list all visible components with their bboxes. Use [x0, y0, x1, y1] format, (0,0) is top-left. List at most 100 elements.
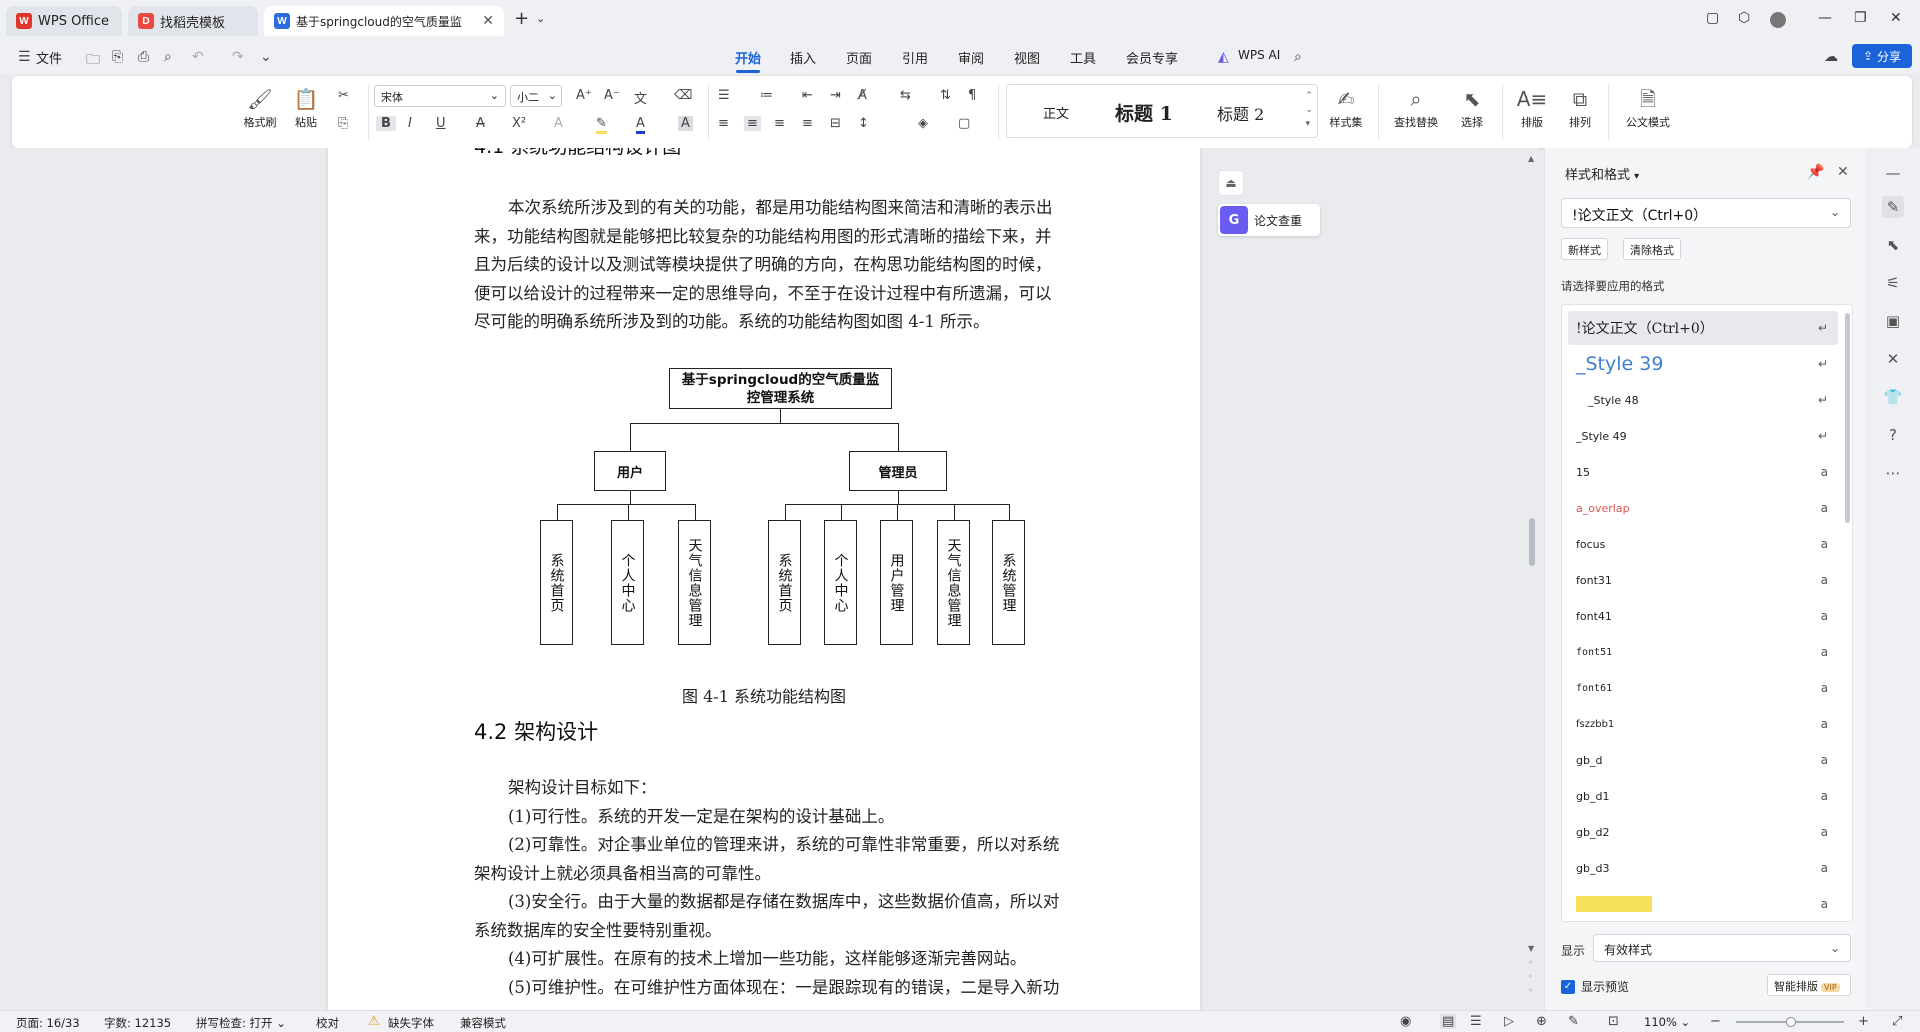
- scroll-down-icon[interactable]: ▼ ◦ ◦ ◦: [1528, 942, 1534, 998]
- gallery-style-heading2[interactable]: 标题 2: [1217, 101, 1264, 125]
- share-button[interactable]: ⇪ 分享: [1852, 44, 1912, 68]
- save-icon[interactable]: ⎘: [112, 49, 123, 65]
- zoom-in-icon[interactable]: +: [1858, 1014, 1869, 1029]
- clear-format-button[interactable]: 清除格式: [1623, 238, 1681, 260]
- align-left-icon[interactable]: ≡: [718, 116, 729, 131]
- menu-home[interactable]: 开始: [735, 48, 761, 67]
- page-view-icon[interactable]: ▤: [1440, 1014, 1457, 1029]
- highlight-icon[interactable]: ✎: [596, 116, 607, 134]
- web-view-icon[interactable]: ⊕: [1536, 1014, 1547, 1029]
- tab-wps-office[interactable]: W WPS Office: [6, 6, 122, 36]
- menu-page[interactable]: 页面: [846, 48, 872, 67]
- style-list-item[interactable]: 15 a: [1568, 455, 1838, 489]
- hamburger-icon[interactable]: ☰: [18, 49, 31, 65]
- arrange-button[interactable]: ⧉ 排列: [1556, 84, 1604, 130]
- minimize-panel-icon[interactable]: —: [1882, 162, 1904, 184]
- bold-icon[interactable]: B: [376, 116, 396, 131]
- close-icon[interactable]: ✕: [482, 13, 494, 29]
- chevron-down-icon[interactable]: ⌄: [536, 12, 545, 25]
- plagiarism-check-button[interactable]: G 论文查重: [1218, 204, 1320, 236]
- window-tile-icon[interactable]: ▢: [1706, 10, 1719, 26]
- menu-insert[interactable]: 插入: [790, 48, 816, 67]
- select-cursor-icon[interactable]: ⬉: [1882, 234, 1904, 256]
- outline-view-icon[interactable]: ☰: [1470, 1014, 1482, 1029]
- decrease-indent-icon[interactable]: ⇤: [802, 88, 813, 103]
- style-list-item[interactable]: font51 a: [1568, 635, 1838, 669]
- style-pen-icon[interactable]: ✎: [1882, 196, 1904, 218]
- superscript-icon[interactable]: X²: [512, 116, 526, 131]
- style-list-item[interactable]: !论文正文（Ctrl+0） ↵: [1568, 311, 1838, 345]
- align-right-icon[interactable]: ≡: [774, 116, 785, 131]
- style-list-item[interactable]: font61 a: [1568, 671, 1838, 705]
- show-preview-checkbox[interactable]: ✓ 显示预览: [1561, 978, 1629, 995]
- font-size-select[interactable]: 小二 ⌄: [510, 85, 562, 107]
- select-button[interactable]: ⬉ 选择: [1448, 84, 1496, 130]
- missing-font-button[interactable]: 缺失字体: [388, 1015, 434, 1031]
- menu-view[interactable]: 视图: [1014, 48, 1040, 67]
- minimize-icon[interactable]: —: [1818, 10, 1832, 26]
- style-list-scrollbar[interactable]: [1845, 313, 1850, 523]
- menu-wps-ai[interactable]: WPS AI: [1238, 48, 1280, 62]
- distribute-icon[interactable]: ⊟: [830, 116, 841, 131]
- pen-icon[interactable]: ✎: [1568, 1014, 1579, 1029]
- print-preview-icon[interactable]: ⌕: [164, 49, 172, 65]
- image-edit-icon[interactable]: ▣: [1882, 310, 1904, 332]
- adjust-icon[interactable]: ⚟: [1882, 272, 1904, 294]
- show-marks-icon[interactable]: ¶: [968, 88, 976, 103]
- new-style-button[interactable]: 新样式: [1561, 238, 1608, 260]
- avatar[interactable]: [1770, 12, 1786, 28]
- current-style-select[interactable]: !论文正文（Ctrl+0） ⌄: [1561, 198, 1851, 228]
- menu-file[interactable]: 文件: [36, 48, 62, 67]
- line-spacing-icon[interactable]: ↕: [858, 116, 869, 131]
- format-painter-button[interactable]: 🖌 格式刷: [236, 84, 284, 130]
- zoom-level[interactable]: 110% ⌄: [1644, 1015, 1690, 1029]
- char-shading-icon[interactable]: A: [678, 116, 693, 131]
- fit-page-icon[interactable]: ⊡: [1608, 1014, 1619, 1029]
- pin-icon[interactable]: 📌: [1807, 164, 1824, 180]
- style-list-item[interactable]: gb_d3 a: [1568, 851, 1838, 885]
- menu-member[interactable]: 会员专享: [1126, 48, 1178, 67]
- text-effect-icon[interactable]: A: [554, 116, 563, 131]
- chinese-layout-icon[interactable]: A̸: [858, 88, 867, 103]
- justify-icon[interactable]: ≡: [802, 116, 813, 131]
- cube-icon[interactable]: ⬡: [1738, 10, 1750, 26]
- shirt-icon[interactable]: 👕: [1882, 386, 1904, 408]
- strikethrough-icon[interactable]: A: [476, 116, 485, 131]
- new-tab-icon[interactable]: +: [514, 8, 529, 29]
- scroll-up-icon[interactable]: ▲: [1528, 154, 1534, 163]
- close-window-icon[interactable]: ✕: [1890, 10, 1902, 26]
- open-file-icon[interactable]: 🗀: [86, 49, 100, 73]
- tools-icon[interactable]: ✕: [1882, 348, 1904, 370]
- underline-icon[interactable]: U: [436, 116, 446, 131]
- panel-title[interactable]: 样式和格式 ▾: [1565, 164, 1639, 183]
- paste-button[interactable]: 📋 粘贴: [282, 84, 330, 130]
- font-name-select[interactable]: 宋体 ⌄: [374, 85, 506, 107]
- gallery-style-heading1[interactable]: 标题 1: [1115, 99, 1173, 126]
- bullets-icon[interactable]: ☰: [718, 88, 730, 103]
- zoom-slider-handle[interactable]: [1786, 1017, 1796, 1027]
- document-scrollbar[interactable]: ▲ ▼ ◦ ◦ ◦: [1526, 148, 1538, 1010]
- grow-font-icon[interactable]: A⁺: [576, 88, 592, 103]
- official-mode-button[interactable]: 🗎 公文模式: [1616, 84, 1680, 130]
- phonetic-icon[interactable]: 文: [634, 88, 647, 107]
- shading-icon[interactable]: ◈: [918, 116, 928, 131]
- undo-icon[interactable]: ↶: [192, 49, 204, 65]
- tab-document[interactable]: W 基于springcloud的空气质量监 ✕: [264, 6, 504, 36]
- style-list-item[interactable]: font41 a: [1568, 599, 1838, 633]
- close-icon[interactable]: ✕: [1837, 164, 1849, 180]
- document-page[interactable]: 4.1 系统功能结构设计图 本次系统所涉及到的有关的功能，都是用功能结构图来简洁…: [328, 148, 1200, 1010]
- fullscreen-icon[interactable]: ⤢: [1892, 1014, 1902, 1029]
- style-list-item[interactable]: fszzbb1 a: [1568, 707, 1838, 741]
- cloud-icon[interactable]: ☁: [1824, 49, 1838, 65]
- menu-tools[interactable]: 工具: [1070, 48, 1096, 67]
- print-icon[interactable]: ⎙: [138, 49, 149, 65]
- page-indicator[interactable]: 页面: 16/33: [16, 1015, 80, 1031]
- align-center-icon[interactable]: ≡: [744, 116, 761, 131]
- search-icon[interactable]: ⌕: [1294, 49, 1302, 65]
- show-filter-select[interactable]: 有效样式 ⌄: [1593, 934, 1851, 962]
- style-list-item[interactable]: focus a: [1568, 527, 1838, 561]
- proofread-button[interactable]: 校对: [316, 1015, 339, 1031]
- sort-icon[interactable]: ⇅: [940, 88, 951, 103]
- more-icon[interactable]: ⋯: [1882, 462, 1904, 484]
- text-direction-icon[interactable]: ⇆: [900, 88, 911, 103]
